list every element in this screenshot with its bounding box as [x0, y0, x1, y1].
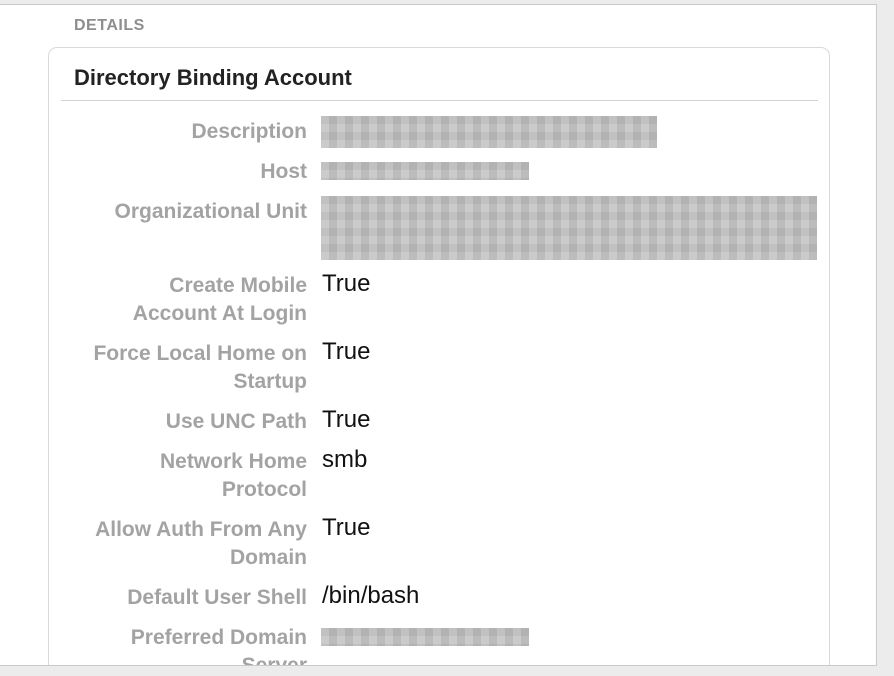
preferred-domain-server-label-line1: Preferred Domain: [130, 626, 307, 649]
default-user-shell-label: Default User Shell: [127, 586, 307, 609]
network-home-protocol-label-line2: Protocol: [221, 478, 307, 501]
description-label: Description: [191, 120, 307, 143]
create-mobile-account-label: Create Mobile Account At Login: [67, 272, 307, 328]
preferred-domain-server-value-redacted: [321, 628, 529, 646]
create-mobile-account-label-line1: Create Mobile: [169, 274, 307, 297]
description-value-redacted: [321, 116, 657, 148]
create-mobile-account-value: True: [322, 270, 371, 297]
network-home-protocol-label-line1: Network Home: [159, 450, 307, 473]
use-unc-path-label: Use UNC Path: [165, 410, 307, 433]
section-header: DETAILS: [74, 17, 145, 34]
directory-binding-card: Directory Binding Account Description Ho…: [48, 47, 830, 666]
create-mobile-account-label-line2: Account At Login: [132, 302, 307, 325]
force-local-home-label-line1: Force Local Home on: [93, 342, 307, 365]
allow-auth-any-domain-label-line2: Domain: [229, 546, 307, 569]
force-local-home-value: True: [322, 338, 371, 365]
allow-auth-any-domain-label: Allow Auth From Any Domain: [67, 516, 307, 572]
host-label: Host: [260, 160, 307, 183]
host-value-redacted: [321, 162, 529, 180]
card-divider: [61, 100, 818, 101]
organizational-unit-label: Organizational Unit: [114, 200, 307, 223]
preferred-domain-server-label: Preferred Domain Server: [67, 624, 307, 666]
default-user-shell-value: /bin/bash: [322, 582, 420, 609]
use-unc-path-value: True: [322, 406, 371, 433]
allow-auth-any-domain-label-line1: Allow Auth From Any: [95, 518, 307, 541]
force-local-home-label: Force Local Home on Startup: [67, 340, 307, 396]
network-home-protocol-label: Network Home Protocol: [67, 448, 307, 504]
card-title: Directory Binding Account: [74, 65, 352, 90]
preferred-domain-server-label-line2: Server: [241, 654, 307, 666]
details-panel: DETAILS Directory Binding Account Descri…: [0, 4, 877, 666]
organizational-unit-value-redacted: [321, 196, 817, 260]
allow-auth-any-domain-value: True: [322, 514, 371, 541]
network-home-protocol-value: smb: [322, 446, 368, 473]
force-local-home-label-line2: Startup: [233, 370, 308, 393]
